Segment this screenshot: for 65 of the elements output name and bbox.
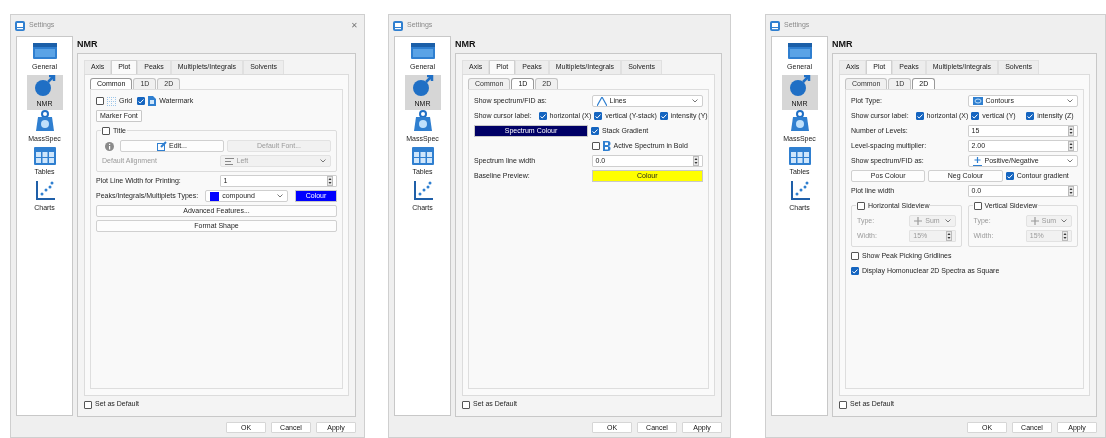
plus-minus-icon xyxy=(972,156,982,166)
weight-icon xyxy=(789,110,810,133)
caret-icon xyxy=(1067,99,1073,103)
spin-arrows-icon xyxy=(693,156,699,166)
plus-icon xyxy=(1030,217,1039,225)
spin-arrows-icon xyxy=(945,231,952,241)
checkbox[interactable] xyxy=(1005,172,1014,180)
app-icon xyxy=(15,20,25,31)
checkbox[interactable] xyxy=(591,142,600,150)
bold-b-icon xyxy=(602,141,611,151)
spin-arrows-icon xyxy=(1068,141,1074,151)
caret-icon xyxy=(692,99,698,103)
checkbox[interactable] xyxy=(137,97,146,105)
checkbox[interactable] xyxy=(1026,112,1035,120)
align-left-icon xyxy=(224,157,234,165)
checkbox[interactable] xyxy=(973,202,982,211)
grid-icon xyxy=(107,96,116,106)
checkbox[interactable] xyxy=(839,400,847,409)
table-icon xyxy=(788,147,811,166)
spin-arrows-icon xyxy=(327,176,333,186)
app-icon xyxy=(770,20,780,31)
window-icon xyxy=(410,42,435,61)
peak-line-icon xyxy=(596,96,607,106)
checkbox[interactable] xyxy=(594,112,603,120)
checkbox[interactable] xyxy=(659,112,668,120)
plus-icon xyxy=(914,217,923,225)
checkbox[interactable] xyxy=(462,400,470,409)
caret-icon xyxy=(320,159,326,163)
pencil-icon xyxy=(157,141,168,151)
caret-icon xyxy=(1061,219,1067,223)
caret-icon xyxy=(944,219,951,223)
caret-icon xyxy=(1067,159,1073,163)
window-icon xyxy=(32,42,57,61)
checkbox[interactable] xyxy=(96,97,104,105)
spin-arrows-icon xyxy=(1062,231,1068,241)
section-heading: NMR xyxy=(455,37,477,51)
checkbox[interactable] xyxy=(538,112,547,120)
weight-icon xyxy=(412,110,433,133)
scatter-plot-icon xyxy=(789,181,810,202)
sphere-arrow-icon xyxy=(32,75,57,98)
document-icon xyxy=(148,96,157,106)
scatter-plot-icon xyxy=(34,181,55,202)
sphere-arrow-icon xyxy=(410,75,435,98)
checkbox[interactable] xyxy=(84,400,92,409)
spin-arrows-icon xyxy=(1068,186,1074,196)
section-heading: NMR xyxy=(832,37,854,51)
checkbox[interactable] xyxy=(915,112,924,120)
window-icon xyxy=(787,42,812,61)
caret-icon xyxy=(277,194,283,198)
checkbox[interactable] xyxy=(851,252,859,260)
checkbox[interactable] xyxy=(102,127,110,136)
app-icon xyxy=(393,20,403,31)
checkbox[interactable] xyxy=(851,267,859,275)
section-heading: NMR xyxy=(77,37,99,51)
table-icon xyxy=(411,147,434,166)
sphere-arrow-icon xyxy=(787,75,812,98)
contour-icon xyxy=(972,97,983,105)
checkbox[interactable] xyxy=(591,127,599,135)
scatter-plot-icon xyxy=(412,181,433,202)
close-button[interactable]: ✕ xyxy=(349,21,360,30)
checkbox[interactable] xyxy=(971,112,980,120)
checkbox[interactable] xyxy=(857,202,865,211)
weight-icon xyxy=(34,110,55,133)
table-icon xyxy=(33,147,56,166)
spin-arrows-icon xyxy=(1068,126,1074,136)
